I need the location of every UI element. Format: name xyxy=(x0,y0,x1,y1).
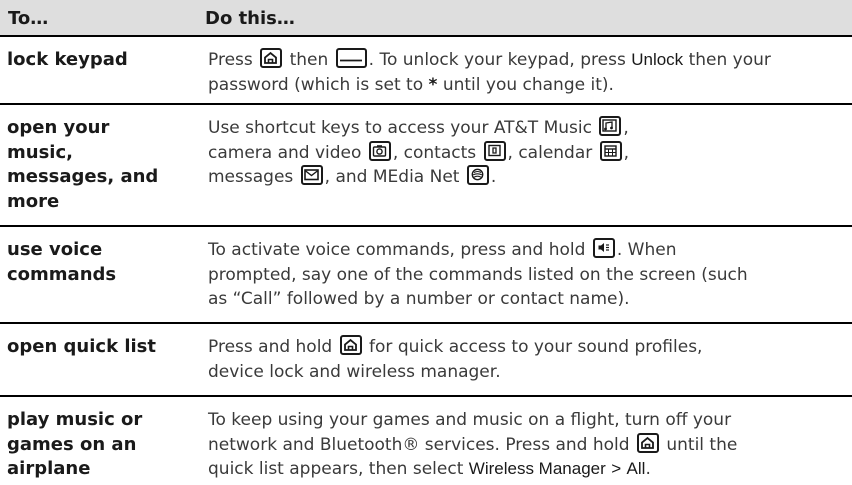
task-label: play music or games on an airplane xyxy=(7,409,143,479)
table-row: open your music, messages, and more Use … xyxy=(0,105,852,227)
task-instructions: Press and hold for quick access to your … xyxy=(208,335,703,382)
voice-key-icon xyxy=(592,238,615,258)
contacts-key-icon xyxy=(483,140,506,161)
home-key-icon xyxy=(636,432,659,453)
task-label: lock keypad xyxy=(7,49,128,70)
right-soft-key-icon xyxy=(335,48,367,68)
task-instructions: To activate voice commands, press and ho… xyxy=(208,238,748,309)
header-to: To… xyxy=(8,8,49,29)
table-header: To… Do this… xyxy=(0,0,852,37)
table-row: open quick list Press and hold for quick… xyxy=(0,324,852,397)
music-key-icon xyxy=(599,116,622,136)
task-instructions: Press then . To unlock your keypad, pres… xyxy=(208,48,771,95)
calendar-key-icon xyxy=(599,140,622,161)
media-net-key-icon xyxy=(466,165,489,185)
home-key-icon xyxy=(339,335,362,355)
task-label: open quick list xyxy=(7,336,156,357)
camera-key-icon xyxy=(368,140,391,161)
table-row: use voice commands To activate voice com… xyxy=(0,227,852,324)
header-do-this: Do this… xyxy=(205,8,295,29)
table-row: play music or games on an airplane To ke… xyxy=(0,397,852,485)
task-instructions: To keep using your games and music on a … xyxy=(208,410,738,479)
home-key-icon xyxy=(260,48,283,68)
task-label: open your music, messages, and more xyxy=(7,117,159,212)
task-instructions: Use shortcut keys to access your AT&T Mu… xyxy=(208,116,630,187)
task-label: use voice commands xyxy=(7,239,117,285)
instruction-table: To… Do this… lock keypad Press then . To… xyxy=(0,0,852,485)
messages-key-icon xyxy=(300,165,323,185)
table-row: lock keypad Press then . To unlock your … xyxy=(0,37,852,105)
